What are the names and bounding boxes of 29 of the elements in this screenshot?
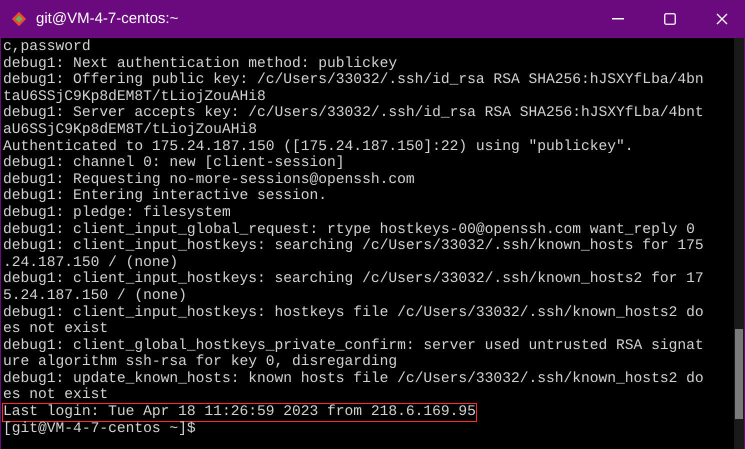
terminal-line: debug1: client_input_hostkeys: searching /c/Users/33032/.ssh/known_hosts2 for 17: [3, 271, 704, 288]
terminal-line: debug1: Server accepts key: /c/Users/33032/.ssh/id_rsa RSA SHA256:hJSXYfLba/4bnt: [3, 105, 704, 122]
terminal-line: c,password: [3, 39, 91, 56]
highlighted-terminal-line: Last login: Tue Apr 18 11:26:59 2023 from 218.6.169.95: [3, 404, 476, 421]
terminal-line: es not exist: [3, 321, 108, 338]
terminal-line: debug1: Next authentication method: publickey: [3, 56, 398, 72]
maximize-icon: [664, 13, 676, 25]
terminal-line: taU6SSjC9Kp8dEM8T/tLiojZouAHi8: [3, 88, 266, 105]
terminal-line: es not exist: [3, 387, 108, 404]
terminal-line: ure algorithm ssh-rsa for key 0, disregarding: [3, 354, 398, 371]
terminal-line: debug1: client_input_hostkeys: searching /c/Users/33032/.ssh/known_hosts for 175: [3, 238, 704, 255]
terminal-line: debug1: client_input_global_request: rtype hostkeys-00@openssh.com want_reply 0: [3, 222, 695, 238]
terminal-line: debug1: Entering interactive session.: [3, 188, 328, 205]
terminal-line: .24.187.150 / (none): [3, 254, 178, 271]
terminal-line: debug1: Offering public key: /c/Users/33032/.ssh/id_rsa RSA SHA256:hJSXYfLba/4bn: [3, 72, 704, 89]
terminal-line: 5.24.187.150 / (none): [3, 288, 187, 304]
terminal-line: debug1: client_global_hostkeys_private_confirm: server used untrusted RSA signat: [3, 338, 704, 354]
window-title: git@VM-4-7-centos:~: [36, 8, 178, 29]
scrollbar-thumb[interactable]: [735, 329, 743, 419]
terminal-line: debug1: channel 0: new [client-session]: [3, 155, 345, 172]
terminal-line: aU6SSjC9Kp8dEM8T/tLiojZouAHi8: [3, 122, 257, 139]
close-icon: [716, 13, 728, 25]
terminal-line: [git@VM-4-7-centos ~]$: [3, 420, 196, 438]
terminal-line: debug1: Requesting no-more-sessions@openssh.com: [3, 172, 415, 188]
terminal-line: debug1: update_known_hosts: known hosts file /c/Users/33032/.ssh/known_hosts2 do: [3, 370, 704, 387]
terminal-line: Authenticated to 175.24.187.150 ([175.24.187.150]:22) using "publickey".: [3, 138, 634, 155]
terminal-line: debug1: pledge: filesystem: [3, 204, 231, 222]
terminal-line: debug1: client_input_hostkeys: hostkeys file /c/Users/33032/.ssh/known_hosts2 do: [3, 304, 704, 321]
minimize-icon: [612, 18, 624, 20]
